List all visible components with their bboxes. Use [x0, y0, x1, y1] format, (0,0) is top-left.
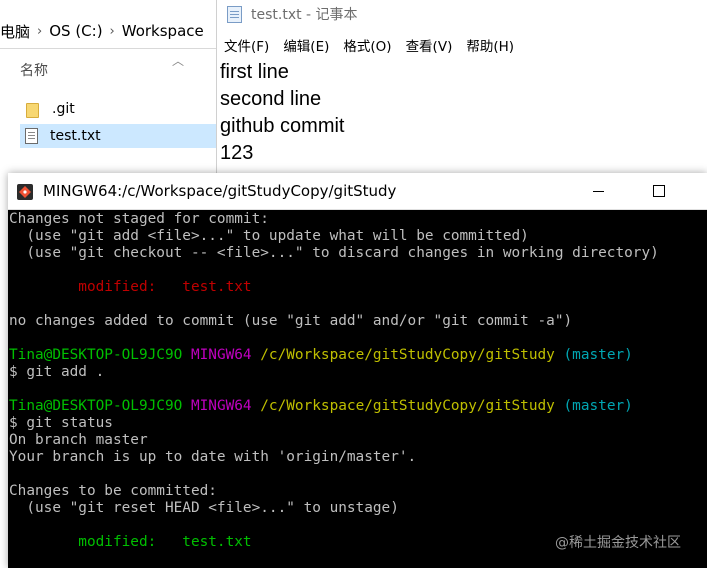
- menu-file[interactable]: 文件(F): [224, 35, 269, 55]
- terminal-line: Tina@DESKTOP-OL9JC9O MINGW64 /c/Workspac…: [9, 347, 633, 364]
- breadcrumb-separator: ›: [109, 23, 115, 39]
- text-line: 123: [220, 142, 254, 164]
- terminal-text-segment: Tina@DESKTOP-OL9JC9O: [9, 398, 191, 414]
- file-name: test.txt: [50, 128, 101, 144]
- terminal-line: Your branch is up to date with 'origin/m…: [9, 449, 416, 466]
- text-line: second line: [220, 88, 322, 110]
- file-item-git-folder[interactable]: .git: [20, 97, 216, 121]
- terminal-text-segment: Your branch is up to date with 'origin/m…: [9, 449, 417, 465]
- notepad-text-area[interactable]: first line second line github commit 123: [220, 59, 345, 167]
- terminal-text-segment: /c/Workspace/gitStudyCopy/gitStudy: [260, 398, 564, 414]
- notepad-titlebar: test.txt - 记事本: [227, 4, 358, 24]
- terminal-line: $ git add .: [9, 364, 104, 381]
- git-bash-icon: [17, 184, 33, 200]
- breadcrumb-item-workspace[interactable]: Workspace: [122, 22, 204, 40]
- terminal-line: $ git status: [9, 415, 113, 432]
- terminal-text-segment: (use "git checkout -- <file>..." to disc…: [9, 245, 659, 261]
- terminal-text-segment: $ git status: [9, 415, 113, 431]
- file-item-test-txt[interactable]: test.txt: [20, 124, 216, 148]
- git-bash-window: MINGW64:/c/Workspace/gitStudyCopy/gitStu…: [8, 173, 707, 568]
- terminal-line: Tina@DESKTOP-OL9JC9O MINGW64 /c/Workspac…: [9, 398, 633, 415]
- terminal-line: Changes not staged for commit:: [9, 211, 269, 228]
- breadcrumb: 电脑 › OS (C:) › Workspace: [0, 14, 216, 49]
- terminal-text-segment: (master): [563, 398, 633, 414]
- notepad-title: test.txt - 记事本: [251, 7, 358, 23]
- terminal-text-segment: (use "git reset HEAD <file>..." to unsta…: [9, 500, 399, 516]
- terminal-text-segment: (master): [563, 347, 633, 363]
- notepad-window: test.txt - 记事本 文件(F) 编辑(E) 格式(O) 查看(V) 帮…: [216, 0, 707, 175]
- terminal-line: modified: test.txt: [9, 279, 252, 296]
- menu-view[interactable]: 查看(V): [406, 35, 453, 55]
- terminal-text-segment: $ git add .: [9, 364, 105, 380]
- breadcrumb-item-drive[interactable]: OS (C:): [49, 22, 102, 40]
- terminal-text-segment: Changes not staged for commit:: [9, 211, 269, 227]
- terminal-text-segment: (use "git add <file>..." to update what …: [9, 228, 529, 244]
- menu-help[interactable]: 帮助(H): [466, 35, 514, 55]
- text-file-icon: [25, 128, 38, 144]
- terminal-line: modified: test.txt: [9, 534, 252, 551]
- terminal-text-segment: modified: test.txt: [9, 534, 252, 550]
- sort-chevron-up-icon[interactable]: ︿: [172, 52, 184, 69]
- terminal-line: Changes to be committed:: [9, 483, 217, 500]
- menu-format[interactable]: 格式(O): [343, 35, 391, 55]
- file-explorer-window: 电脑 › OS (C:) › Workspace ︿ 名称 .git test.…: [0, 0, 216, 175]
- maximize-button[interactable]: [648, 180, 670, 202]
- text-line: first line: [220, 61, 289, 83]
- terminal-line: (use "git checkout -- <file>..." to disc…: [9, 245, 659, 262]
- breadcrumb-item-pc[interactable]: 电脑: [0, 21, 30, 42]
- notepad-menubar: 文件(F) 编辑(E) 格式(O) 查看(V) 帮助(H): [224, 35, 528, 55]
- terminal-line: (use "git reset HEAD <file>..." to unsta…: [9, 500, 399, 517]
- column-header-name[interactable]: 名称: [20, 60, 48, 80]
- terminal-text-segment: Changes to be committed:: [9, 483, 217, 499]
- terminal-output[interactable]: Changes not staged for commit: (use "git…: [8, 210, 707, 568]
- menu-edit[interactable]: 编辑(E): [283, 35, 329, 55]
- minimize-button[interactable]: [588, 180, 610, 202]
- terminal-text-segment: modified: test.txt: [9, 279, 252, 295]
- terminal-text-segment: /c/Workspace/gitStudyCopy/gitStudy: [260, 347, 564, 363]
- window-title: MINGW64:/c/Workspace/gitStudyCopy/gitStu…: [43, 182, 397, 200]
- terminal-text-segment: On branch master: [9, 432, 148, 448]
- watermark: @稀土掘金技术社区: [555, 535, 681, 551]
- terminal-line: (use "git add <file>..." to update what …: [9, 228, 529, 245]
- terminal-text-segment: Tina@DESKTOP-OL9JC9O: [9, 347, 191, 363]
- terminal-text-segment: MINGW64: [190, 398, 261, 414]
- terminal-text-segment: MINGW64: [190, 347, 261, 363]
- file-name: .git: [52, 101, 75, 117]
- terminal-line: On branch master: [9, 432, 148, 449]
- breadcrumb-separator: ›: [37, 23, 43, 39]
- notepad-icon: [227, 5, 242, 23]
- text-line: github commit: [220, 115, 345, 137]
- git-bash-titlebar[interactable]: MINGW64:/c/Workspace/gitStudyCopy/gitStu…: [8, 173, 707, 210]
- terminal-text-segment: no changes added to commit (use "git add…: [9, 313, 573, 329]
- terminal-line: no changes added to commit (use "git add…: [9, 313, 572, 330]
- folder-icon: [26, 102, 39, 118]
